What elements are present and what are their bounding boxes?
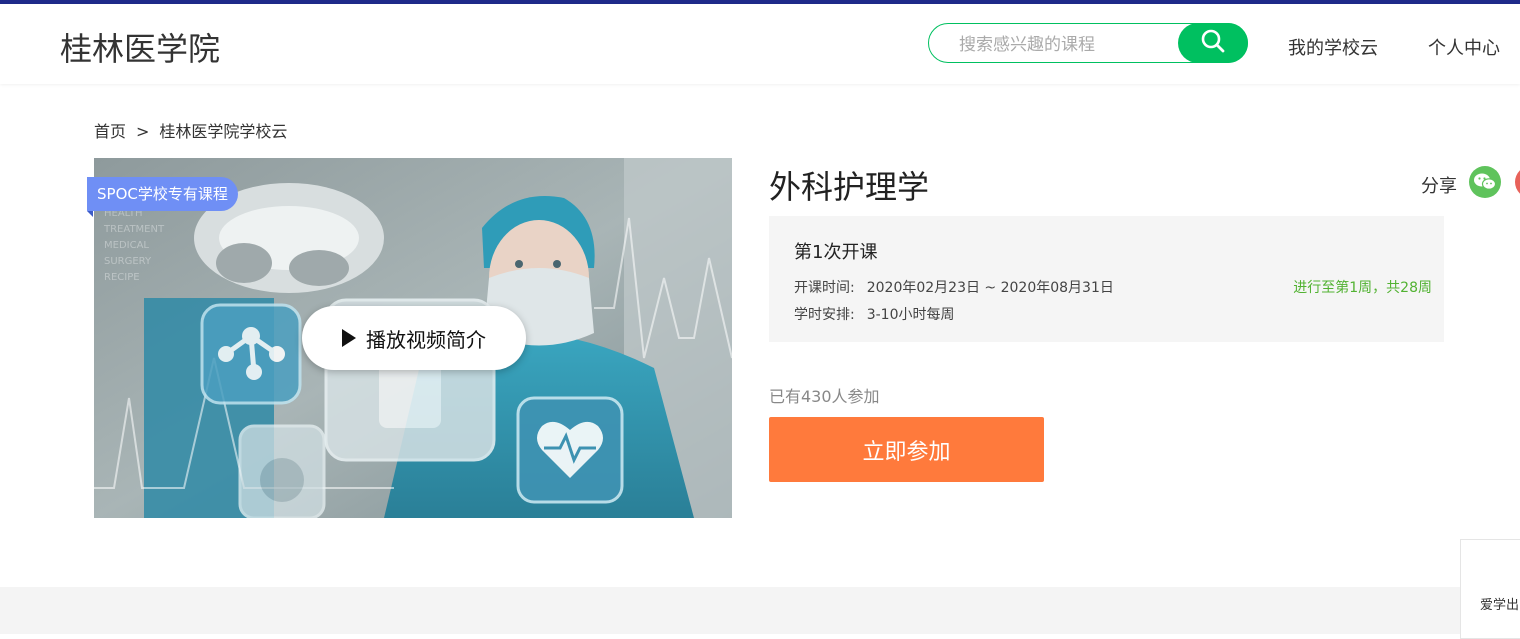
share-label: 分享 — [1421, 176, 1457, 197]
svg-text:TREATMENT: TREATMENT — [103, 224, 165, 235]
session-time-key: 开课时间: — [794, 280, 855, 296]
side-floating-widget[interactable]: 爱学出 — [1460, 539, 1520, 639]
wechat-share-button[interactable] — [1469, 166, 1501, 198]
svg-text:MEDICAL: MEDICAL — [104, 240, 149, 251]
session-hours-key: 学时安排: — [794, 307, 855, 323]
join-course-button[interactable]: 立即参加 — [769, 417, 1044, 482]
session-time-row: 开课时间: 2020年02月23日 ~ 2020年08月31日 — [794, 277, 1114, 297]
search-button[interactable] — [1178, 23, 1248, 63]
wechat-icon — [1474, 173, 1497, 190]
play-icon — [342, 329, 356, 347]
breadcrumb: 首页 > 桂林医学院学校云 — [94, 118, 287, 142]
breadcrumb-home[interactable]: 首页 — [94, 118, 126, 142]
nav-personal-center[interactable]: 个人中心 — [1428, 34, 1500, 60]
play-intro-video-button[interactable]: 播放视频简介 — [302, 306, 526, 370]
footer-band — [0, 587, 1520, 634]
site-logo[interactable]: 桂林医学院 — [60, 24, 220, 70]
spoc-badge: SPOC学校专有课程 — [87, 177, 238, 211]
session-title: 第1次开课 — [794, 242, 878, 263]
breadcrumb-separator: > — [136, 122, 150, 141]
svg-text:RECIPE: RECIPE — [104, 272, 140, 283]
search-box — [928, 23, 1248, 63]
site-header: 桂林医学院 我的学校云 个人中心 — [0, 4, 1520, 84]
search-icon — [1201, 29, 1225, 53]
session-hours-value: 3-10小时每周 — [866, 307, 955, 323]
breadcrumb-current[interactable]: 桂林医学院学校云 — [159, 118, 287, 142]
nav-my-school-cloud[interactable]: 我的学校云 — [1288, 34, 1378, 60]
session-time-value: 2020年02月23日 ~ 2020年08月31日 — [866, 280, 1114, 296]
weibo-share-button[interactable] — [1515, 166, 1520, 198]
session-hours-row: 学时安排: 3-10小时每周 — [794, 304, 955, 324]
svg-text:SURGERY: SURGERY — [104, 256, 152, 267]
play-button-label: 播放视频简介 — [366, 327, 486, 352]
side-widget-label: 爱学出 — [1480, 598, 1520, 613]
session-info-panel: 第1次开课 开课时间: 2020年02月23日 ~ 2020年08月31日 学时安… — [769, 216, 1444, 342]
search-input[interactable] — [957, 32, 1181, 58]
session-progress: 进行至第1周，共28周 — [1293, 280, 1432, 296]
course-title: 外科护理学 — [769, 168, 930, 206]
enrolled-count: 已有430人参加 — [769, 387, 880, 406]
spoc-badge-fold — [87, 211, 93, 217]
